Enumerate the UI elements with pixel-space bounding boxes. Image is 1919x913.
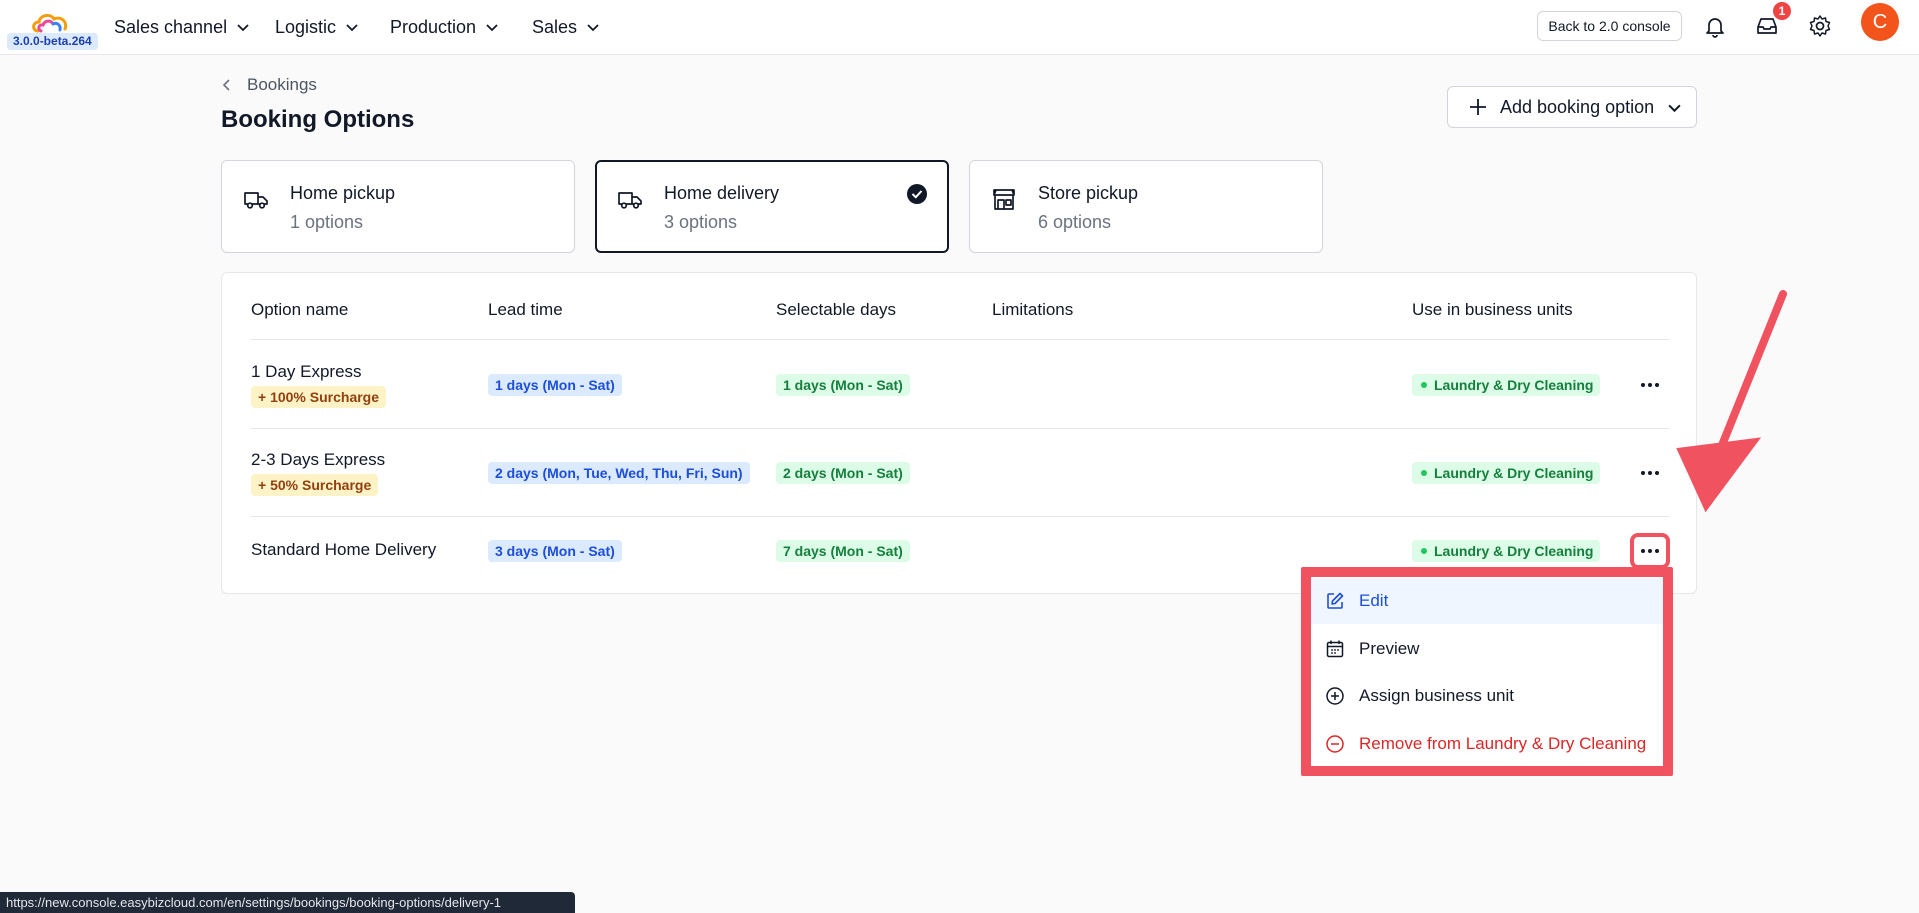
nav-sales-channel[interactable]: Sales channel (114, 15, 249, 39)
business-unit-badge: Laundry & Dry Cleaning (1412, 374, 1601, 396)
ellipsis-icon (1641, 549, 1659, 553)
tab-store-pickup[interactable]: Store pickup 6 options (969, 160, 1323, 253)
tab-count: 3 options (664, 212, 738, 232)
chevron-down-icon (587, 24, 599, 32)
back-to-console-button[interactable]: Back to 2.0 console (1537, 11, 1682, 41)
option-name: 1 Day Express (251, 362, 362, 381)
chevron-left-icon (222, 79, 230, 91)
row-actions-menu: Edit Preview Assign business unit Remove… (1301, 567, 1673, 776)
column-header-limitations: Limitations (992, 300, 1074, 319)
truck-icon (244, 192, 268, 209)
ellipsis-icon (1641, 383, 1659, 387)
nav-label: Logistic (275, 16, 337, 37)
menu-item-remove-business-unit[interactable]: Remove from Laundry & Dry Cleaning (1311, 721, 1663, 767)
ellipsis-icon (1641, 471, 1659, 475)
nav-production[interactable]: Production (390, 15, 498, 39)
column-header-selectable-days: Selectable days (776, 300, 897, 319)
selectable-days-badge: 7 days (Mon - Sat) (776, 540, 910, 562)
row-divider (251, 428, 1669, 429)
tab-name: Store pickup (1038, 183, 1139, 203)
selectable-days-badge: 1 days (Mon - Sat) (776, 374, 910, 396)
plus-circle-icon (1326, 687, 1344, 705)
version-badge: 3.0.0-beta.264 (7, 33, 98, 50)
tab-home-pickup[interactable]: Home pickup 1 options (221, 160, 575, 253)
table-header-divider (251, 339, 1669, 340)
surcharge-badge: + 100% Surcharge (251, 386, 387, 408)
nav-logistic[interactable]: Logistic (275, 15, 358, 39)
tab-count: 1 options (290, 212, 364, 232)
truck-icon (618, 192, 642, 209)
edit-icon (1327, 592, 1344, 609)
lead-time-badge: 1 days (Mon - Sat) (488, 374, 622, 396)
store-icon (993, 189, 1015, 210)
tab-home-delivery[interactable]: Home delivery 3 options (595, 160, 949, 253)
lead-time-badge: 2 days (Mon, Tue, Wed, Thu, Fri, Sun) (488, 462, 750, 484)
nav-label: Production (390, 16, 477, 37)
menu-item-assign-business-unit[interactable]: Assign business unit (1311, 673, 1663, 719)
menu-item-label: Remove from Laundry & Dry Cleaning (1359, 734, 1647, 753)
tab-name: Home pickup (290, 183, 396, 203)
option-name: 2-3 Days Express (251, 450, 386, 469)
row-divider (251, 516, 1669, 517)
add-booking-option-button[interactable]: Add booking option (1447, 86, 1697, 128)
surcharge-badge: + 50% Surcharge (251, 474, 379, 496)
status-bar-url: https://new.console.easybizcloud.com/en/… (0, 892, 575, 913)
chevron-down-icon (486, 24, 498, 32)
bell-icon[interactable] (1702, 13, 1728, 39)
breadcrumb-label: Bookings (247, 75, 317, 94)
more-actions-button[interactable] (1630, 533, 1670, 569)
menu-item-label: Preview (1359, 639, 1420, 658)
tab-name: Home delivery (664, 183, 780, 203)
top-navigation-bar: 3.0.0-beta.264 Sales channel Logistic Pr… (0, 0, 1919, 55)
option-name: Standard Home Delivery (251, 540, 437, 559)
lead-time-badge: 3 days (Mon - Sat) (488, 540, 622, 562)
nav-sales[interactable]: Sales (532, 15, 599, 39)
menu-item-edit[interactable]: Edit (1311, 578, 1663, 624)
business-unit-badge: Laundry & Dry Cleaning (1412, 462, 1601, 484)
chevron-down-icon (346, 24, 358, 32)
user-avatar[interactable]: C (1861, 3, 1899, 41)
selectable-days-badge: 2 days (Mon - Sat) (776, 462, 910, 484)
add-button-label: Add booking option (1500, 96, 1655, 117)
menu-item-label: Edit (1359, 591, 1389, 610)
chevron-down-icon (1668, 104, 1681, 112)
nav-label: Sales (532, 16, 578, 37)
menu-item-preview[interactable]: Preview (1311, 626, 1663, 672)
more-actions-button[interactable] (1634, 371, 1666, 399)
chevron-down-icon (237, 24, 249, 32)
column-header-option-name: Option name (251, 300, 349, 319)
column-header-lead-time: Lead time (488, 300, 563, 319)
more-actions-button[interactable] (1634, 459, 1666, 487)
column-header-business-units: Use in business units (1412, 300, 1573, 319)
breadcrumb-bookings[interactable]: Bookings (221, 75, 317, 95)
page-title: Booking Options (221, 106, 415, 133)
nav-label: Sales channel (114, 16, 228, 37)
minus-circle-icon (1326, 735, 1344, 753)
menu-item-label: Assign business unit (1359, 686, 1514, 705)
tab-count: 6 options (1038, 212, 1112, 232)
notification-count-badge: 1 (1773, 2, 1791, 20)
check-circle-icon (907, 184, 927, 204)
business-unit-badge: Laundry & Dry Cleaning (1412, 540, 1601, 562)
plus-icon (1470, 99, 1486, 115)
calendar-icon (1326, 640, 1344, 658)
gear-icon[interactable] (1807, 13, 1833, 39)
